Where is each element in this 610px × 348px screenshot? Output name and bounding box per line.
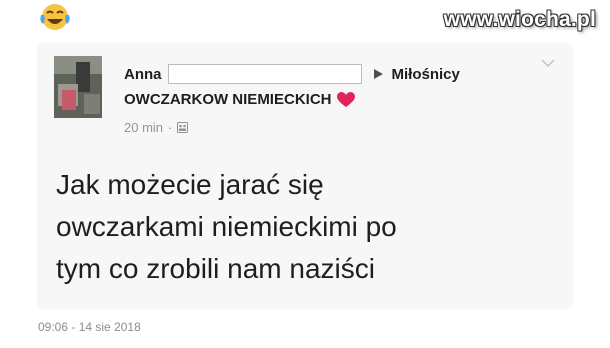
avatar[interactable] [54, 56, 102, 118]
watermark: www.wiocha.pl [443, 8, 596, 31]
group-name-line2[interactable]: OWCZARKOW NIEMIECKICH [124, 91, 331, 108]
triangle-right-icon [373, 69, 383, 79]
tweet-timestamp[interactable]: 09:06 - 14 sie 2018 [38, 320, 141, 334]
author-name[interactable]: Anna [124, 66, 162, 83]
group-icon [177, 122, 189, 133]
group-name-continued: OWCZARKOW NIEMIECKICH [124, 91, 356, 108]
heart-icon [337, 91, 356, 107]
post-meta: 20 min · [124, 120, 189, 135]
group-name[interactable]: Miłośnicy [392, 66, 460, 83]
post-header: Anna Miłośnicy [124, 64, 460, 84]
facebook-post-card: Anna Miłośnicy OWCZARKOW NIEMIECKICH 20 … [38, 44, 572, 308]
chevron-down-icon[interactable] [540, 58, 556, 68]
post-text-line: Jak możecie jarać się [56, 169, 324, 200]
post-text-line: tym co zrobili nam naziści [56, 253, 375, 284]
redacted-name [167, 64, 362, 84]
post-text: Jak możecie jarać się owczarkami niemiec… [56, 164, 556, 290]
post-time[interactable]: 20 min [124, 120, 163, 135]
meta-separator: · [168, 120, 173, 135]
post-text-line: owczarkami niemieckimi po [56, 211, 397, 242]
joy-emoji-icon [40, 4, 70, 30]
